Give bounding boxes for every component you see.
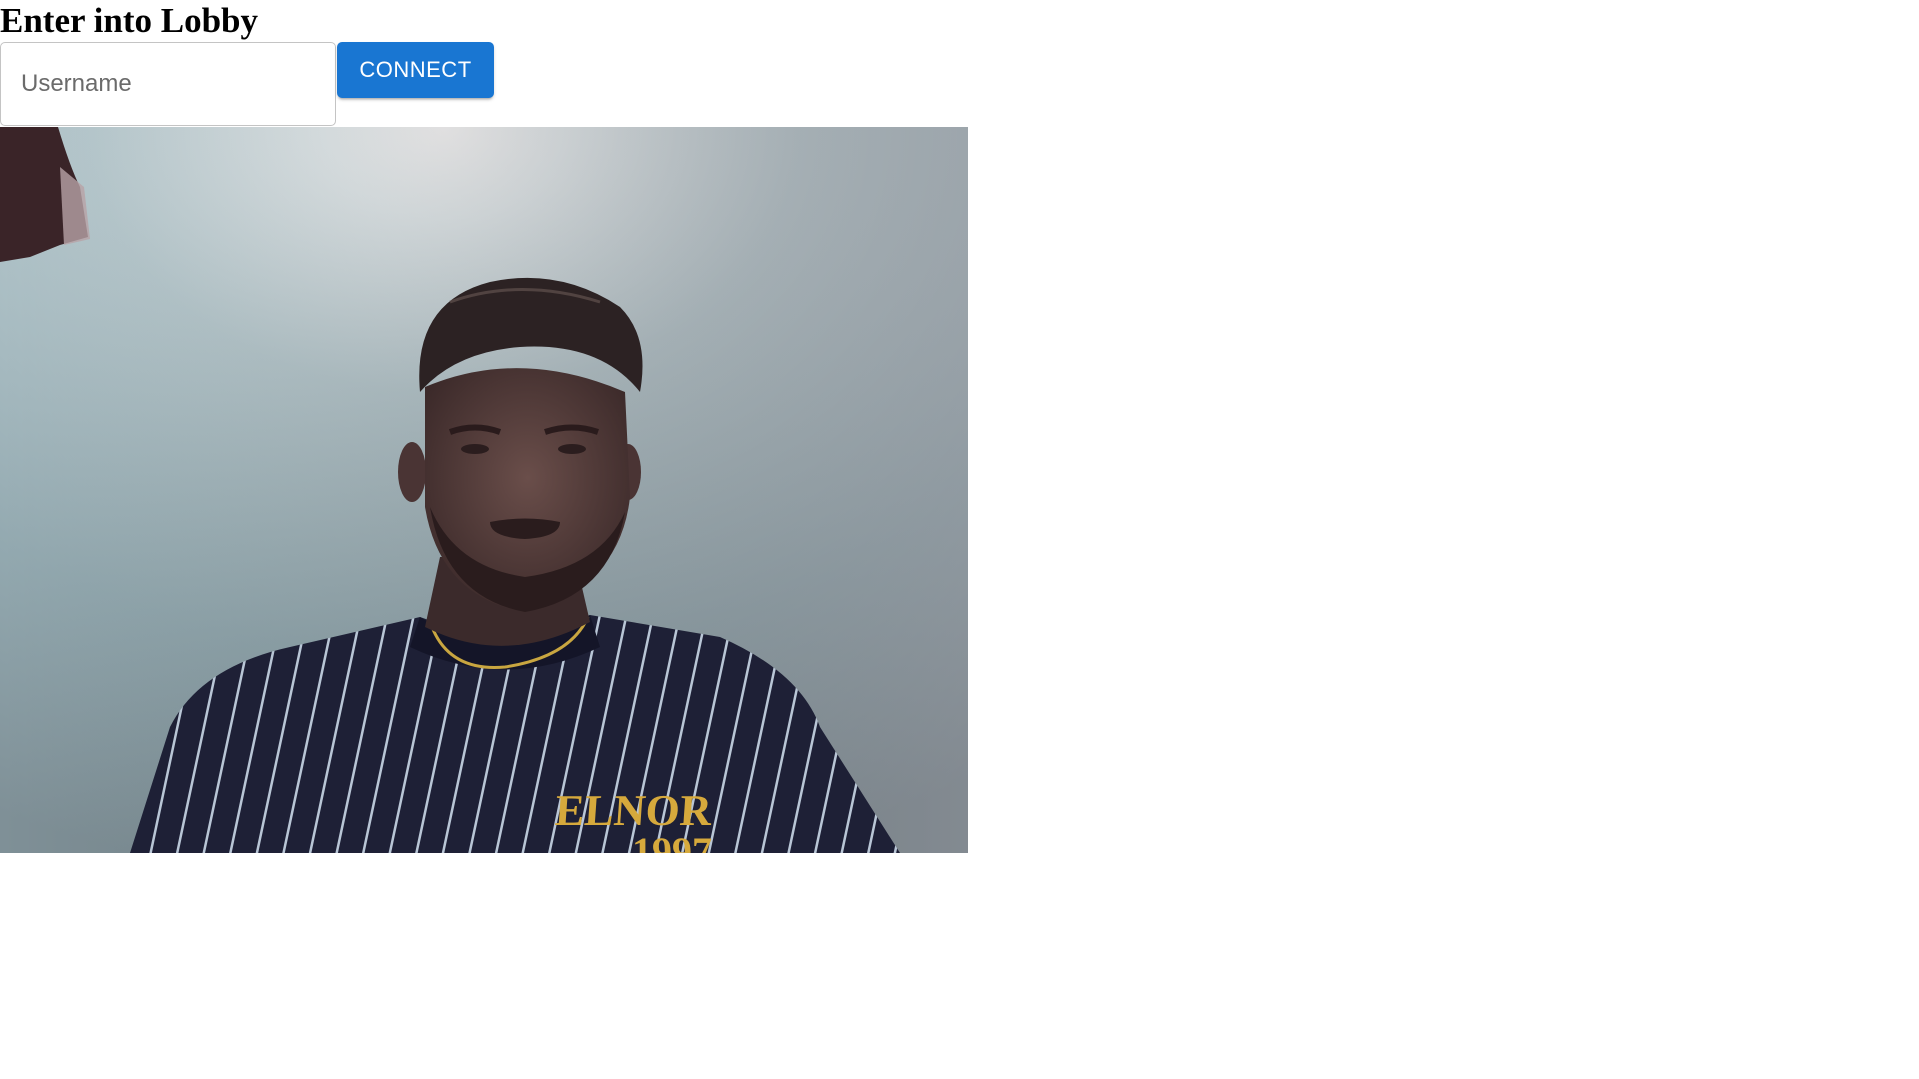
username-input[interactable]	[0, 42, 336, 126]
local-video-preview: ELNOR 1997	[0, 127, 968, 853]
page-title: Enter into Lobby	[0, 1, 259, 40]
webcam-frame: ELNOR 1997	[0, 127, 968, 853]
shirt-print-line1: ELNOR	[553, 786, 714, 835]
connect-button[interactable]: CONNECT	[337, 42, 494, 98]
shirt-print-line2: 1997	[632, 829, 712, 853]
